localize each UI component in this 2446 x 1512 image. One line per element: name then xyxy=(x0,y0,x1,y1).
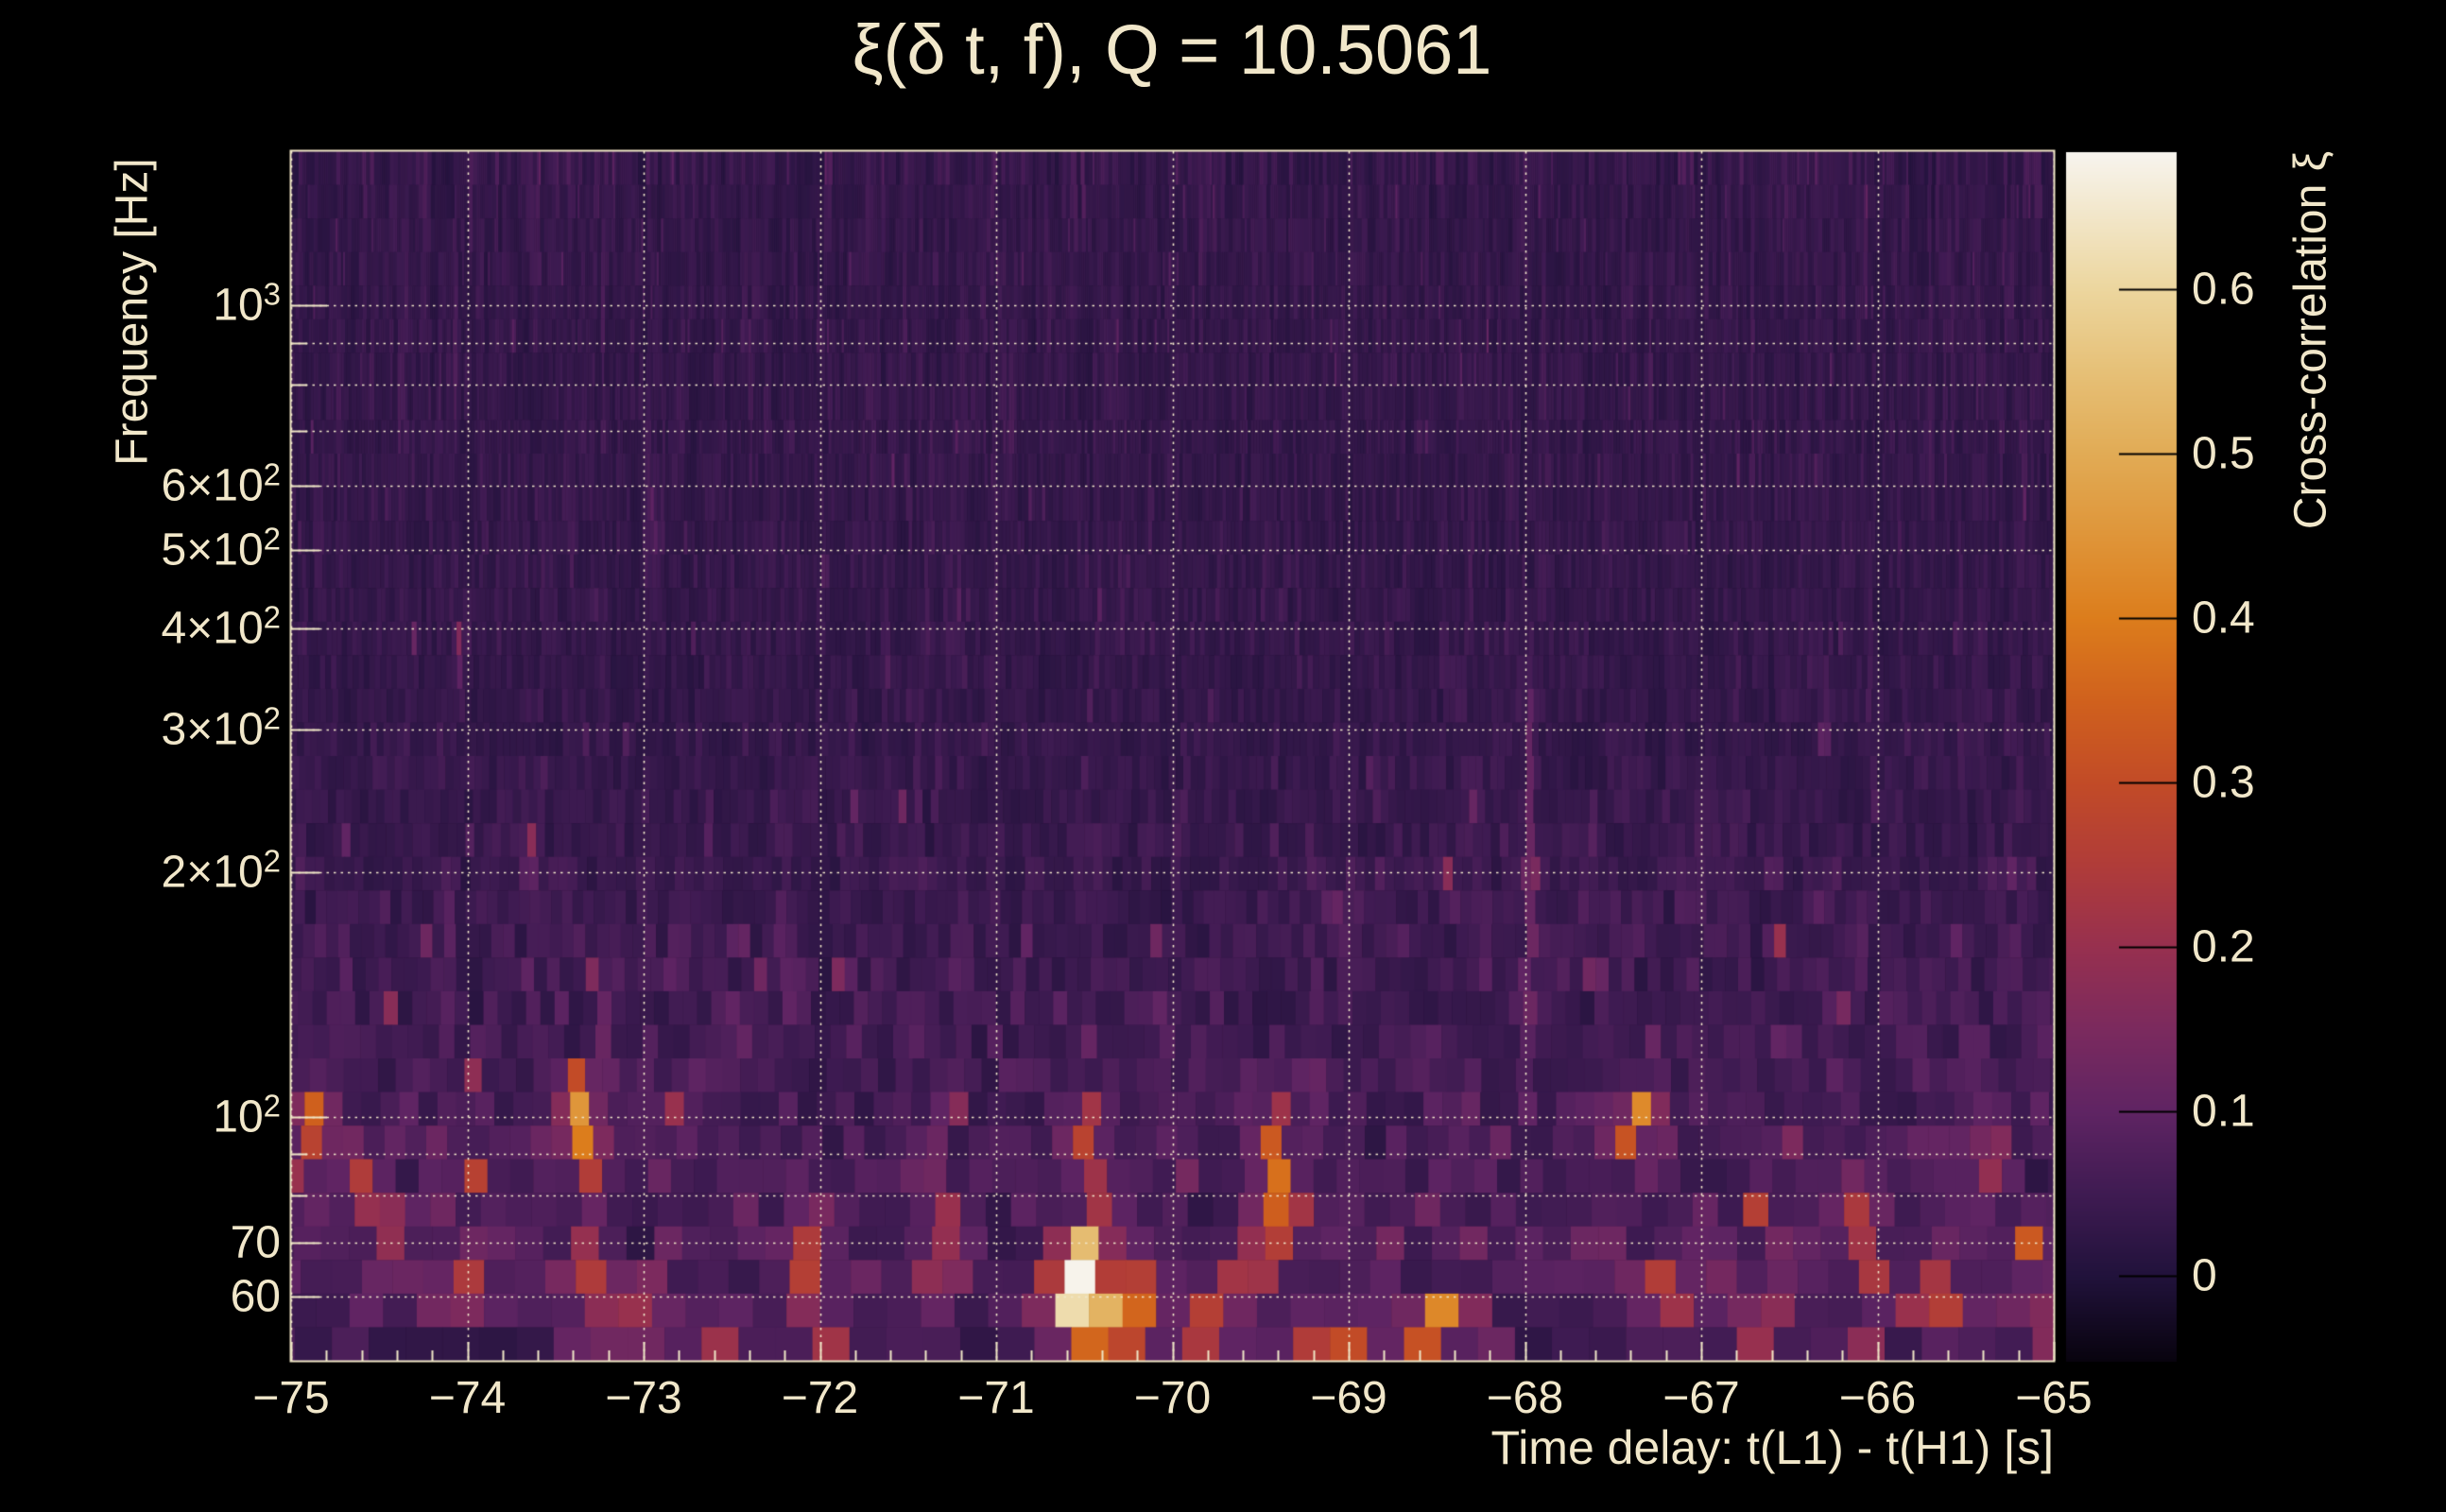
y-tick-label: 2×102 xyxy=(161,843,281,898)
y-tick-label: 6×102 xyxy=(161,456,281,511)
x-axis-title: Time delay: t(L1) - t(H1) [s] xyxy=(1490,1421,2054,1474)
colorbar-tick-label: 0.3 xyxy=(2192,757,2255,808)
x-tick-label: −67 xyxy=(1662,1373,1740,1423)
y-tick-label: 60 xyxy=(230,1271,281,1322)
x-tick-label: −72 xyxy=(781,1373,859,1423)
plot-title: ξ(δ t, f), Q = 10.5061 xyxy=(852,10,1492,89)
x-tick-label: −69 xyxy=(1310,1373,1387,1423)
y-tick-label: 103 xyxy=(213,276,281,331)
x-tick-label: −74 xyxy=(428,1373,507,1423)
x-tick-label: −71 xyxy=(957,1373,1035,1423)
colorbar-title: Cross-correlation ξ xyxy=(2285,150,2336,530)
colorbar-tick-label: 0.2 xyxy=(2192,921,2255,972)
correlation-heatmap-canvas xyxy=(0,0,2446,1512)
x-tick-label: −73 xyxy=(605,1373,682,1423)
y-tick-label: 5×102 xyxy=(161,521,281,576)
colorbar-tick-label: 0.6 xyxy=(2192,264,2255,315)
x-tick-label: −66 xyxy=(1838,1373,1917,1423)
qscan-cross-correlation-figure: ξ(δ t, f), Q = 10.5061 Time delay: t(L1)… xyxy=(0,0,2446,1512)
colorbar-tick-label: 0.1 xyxy=(2192,1086,2255,1137)
colorbar-tick-label: 0.4 xyxy=(2192,593,2255,644)
y-tick-label: 102 xyxy=(213,1088,281,1143)
x-tick-label: −68 xyxy=(1486,1373,1564,1423)
colorbar-tick-label: 0.5 xyxy=(2192,428,2255,479)
x-tick-label: −70 xyxy=(1133,1373,1212,1423)
x-tick-label: −65 xyxy=(2015,1373,2093,1423)
y-axis-title: Frequency [Hz] xyxy=(107,158,158,466)
colorbar-tick-label: 0 xyxy=(2192,1250,2217,1301)
y-tick-label: 3×102 xyxy=(161,700,281,755)
y-tick-label: 4×102 xyxy=(161,599,281,654)
y-tick-label: 70 xyxy=(230,1217,281,1268)
x-tick-label: −75 xyxy=(252,1373,330,1423)
